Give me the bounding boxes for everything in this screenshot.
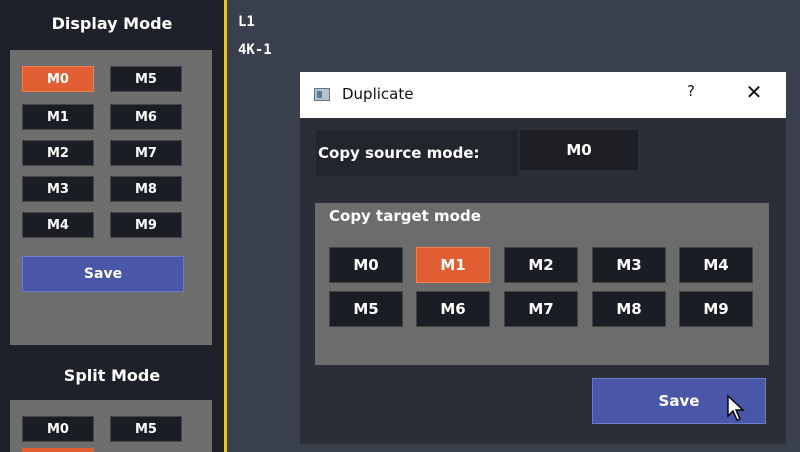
split-mode-active-strip bbox=[22, 448, 94, 452]
copy-source-label: Copy source mode: bbox=[318, 144, 480, 162]
duplicate-dialog: Duplicate ? ✕ Copy source mode: M0 Copy … bbox=[300, 72, 786, 444]
target-m9-button[interactable]: M9 bbox=[679, 291, 753, 327]
target-m5-button[interactable]: M5 bbox=[329, 291, 403, 327]
split-mode-title: Split Mode bbox=[63, 366, 161, 385]
target-m0-button[interactable]: M0 bbox=[329, 247, 403, 283]
layer-name: L1 bbox=[238, 14, 255, 30]
dialog-titlebar[interactable]: Duplicate ? ✕ bbox=[300, 72, 786, 118]
display-mode-m0-button[interactable]: M0 bbox=[22, 66, 94, 92]
split-mode-panel: M0 M5 bbox=[10, 400, 212, 452]
help-button[interactable]: ? bbox=[680, 82, 702, 106]
display-mode-m3-button[interactable]: M3 bbox=[22, 176, 94, 202]
display-mode-m2-button[interactable]: M2 bbox=[22, 140, 94, 166]
target-m7-button[interactable]: M7 bbox=[504, 291, 578, 327]
target-m1-button[interactable]: M1 bbox=[416, 247, 490, 283]
copy-target-label: Copy target mode bbox=[329, 207, 481, 225]
display-mode-m1-button[interactable]: M1 bbox=[22, 104, 94, 130]
split-mode-m0-button[interactable]: M0 bbox=[22, 416, 94, 442]
copy-source-value: M0 bbox=[520, 130, 638, 170]
display-mode-m6-button[interactable]: M6 bbox=[110, 104, 182, 130]
source-label-box: Copy source mode: bbox=[316, 130, 518, 176]
display-mode-panel: M0 M1 M2 M3 M4 M5 M6 M7 M8 M9 Save bbox=[10, 50, 212, 345]
target-m8-button[interactable]: M8 bbox=[592, 291, 666, 327]
target-m4-button[interactable]: M4 bbox=[679, 247, 753, 283]
display-mode-save-button[interactable]: Save bbox=[22, 256, 184, 292]
layer-resolution: 4K-1 bbox=[238, 42, 272, 58]
target-m3-button[interactable]: M3 bbox=[592, 247, 666, 283]
target-m2-button[interactable]: M2 bbox=[504, 247, 578, 283]
display-mode-m7-button[interactable]: M7 bbox=[110, 140, 182, 166]
split-mode-m5-button[interactable]: M5 bbox=[110, 416, 182, 442]
display-mode-m4-button[interactable]: M4 bbox=[22, 212, 94, 238]
display-mode-m5-button[interactable]: M5 bbox=[110, 66, 182, 92]
mouse-cursor-icon bbox=[727, 394, 745, 421]
display-mode-m8-button[interactable]: M8 bbox=[110, 176, 182, 202]
layer-divider bbox=[224, 0, 227, 452]
mode-sidebar: Display Mode M0 M1 M2 M3 M4 M5 M6 M7 M8 … bbox=[0, 0, 224, 452]
display-mode-m9-button[interactable]: M9 bbox=[110, 212, 182, 238]
copy-target-group: Copy target mode M0 M1 M2 M3 M4 M5 M6 M7… bbox=[315, 203, 769, 365]
close-button[interactable]: ✕ bbox=[740, 80, 768, 108]
window-app-icon bbox=[314, 88, 330, 101]
display-mode-title: Display Mode bbox=[51, 14, 173, 33]
dialog-title: Duplicate bbox=[342, 85, 414, 103]
target-m6-button[interactable]: M6 bbox=[416, 291, 490, 327]
